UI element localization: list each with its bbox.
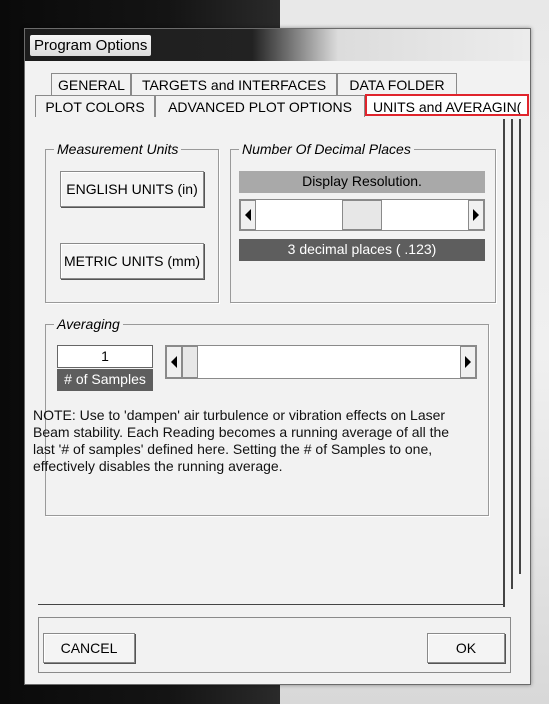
page-edge — [519, 119, 521, 574]
slider-thumb[interactable] — [342, 200, 382, 230]
tab-units-averaging[interactable]: UNITS and AVERAGIN( — [365, 94, 529, 116]
decimal-places-value: 3 decimal places ( .123) — [239, 239, 485, 261]
triangle-left-icon — [171, 356, 177, 368]
decimal-places-legend: Number Of Decimal Places — [239, 141, 414, 157]
page-edge — [511, 119, 513, 589]
samples-input[interactable]: 1 — [57, 345, 153, 368]
english-units-label: ENGLISH UNITS (in) — [66, 181, 198, 197]
window-title: Program Options — [30, 35, 152, 56]
resolution-slider[interactable] — [239, 199, 485, 231]
tab-advanced-plot-options[interactable]: ADVANCED PLOT OPTIONS — [155, 95, 365, 117]
metric-units-button[interactable]: METRIC UNITS (mm) — [60, 243, 204, 279]
cancel-button-label: CANCEL — [60, 640, 118, 656]
page-edge — [38, 604, 505, 605]
tab-general[interactable]: GENERAL — [51, 73, 131, 95]
tab-data-folder[interactable]: DATA FOLDER — [337, 73, 457, 95]
triangle-left-icon — [245, 209, 251, 221]
page-edge — [503, 119, 505, 607]
samples-left-arrow[interactable] — [166, 346, 182, 378]
tab-plot-colors[interactable]: PLOT COLORS — [35, 95, 155, 117]
metric-units-label: METRIC UNITS (mm) — [63, 253, 201, 269]
ok-button[interactable]: OK — [427, 633, 505, 663]
measurement-units-legend: Measurement Units — [54, 141, 182, 157]
samples-label: # of Samples — [57, 369, 153, 391]
program-options-dialog: Program Options GENERAL TARGETS and INTE… — [24, 28, 531, 685]
samples-thumb[interactable] — [182, 346, 198, 378]
tab-targets-interfaces[interactable]: TARGETS and INTERFACES — [131, 73, 337, 95]
title-bar[interactable]: Program Options — [25, 29, 530, 61]
samples-slider[interactable] — [165, 345, 477, 379]
slider-right-arrow[interactable] — [468, 200, 484, 230]
slider-left-arrow[interactable] — [240, 200, 256, 230]
samples-right-arrow[interactable] — [460, 346, 476, 378]
triangle-right-icon — [473, 209, 479, 221]
triangle-right-icon — [465, 356, 471, 368]
cancel-button[interactable]: CANCEL — [43, 633, 135, 663]
averaging-legend: Averaging — [54, 316, 123, 332]
english-units-button[interactable]: ENGLISH UNITS (in) — [60, 171, 204, 207]
averaging-note: NOTE: Use to 'dampen' air turbulence or … — [33, 407, 450, 474]
ok-button-label: OK — [455, 640, 477, 656]
display-resolution-label: Display Resolution. — [239, 171, 485, 193]
